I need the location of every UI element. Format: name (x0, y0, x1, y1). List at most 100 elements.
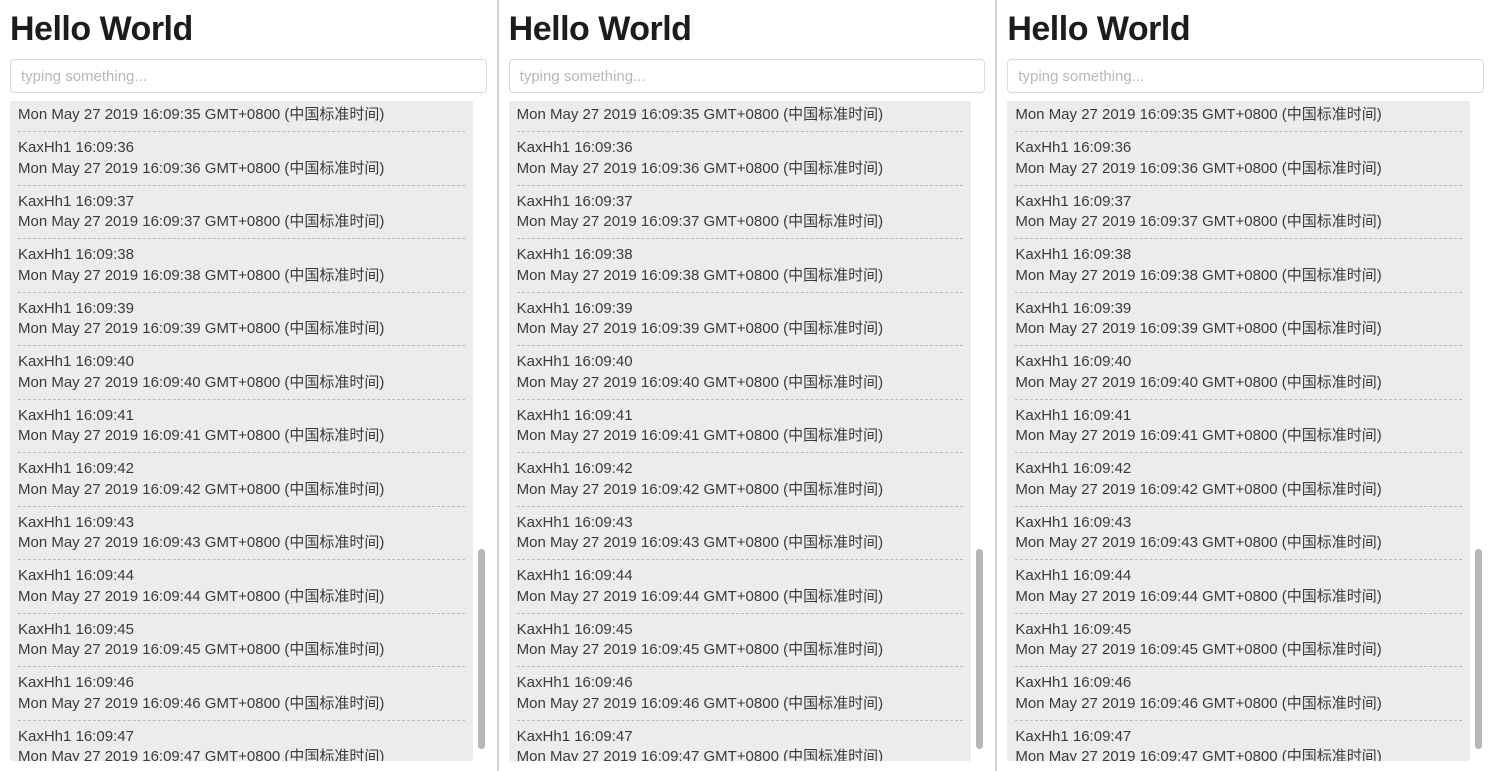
message-timestamp: Mon May 27 2019 16:09:36 GMT+0800 (中国标准时… (517, 159, 964, 179)
list-item: KaxHh1 16:09:43Mon May 27 2019 16:09:43 … (1015, 507, 1462, 561)
list-item: KaxHh1 16:09:37Mon May 27 2019 16:09:37 … (1015, 186, 1462, 240)
message-input[interactable] (509, 59, 986, 93)
message-title: KaxHh1 16:09:47 (517, 727, 964, 747)
list-item: KaxHh1 16:09:37Mon May 27 2019 16:09:37 … (18, 186, 465, 240)
message-title: KaxHh1 16:09:47 (1015, 727, 1462, 747)
message-title: KaxHh1 16:09:46 (1015, 673, 1462, 693)
message-list[interactable]: Mon May 27 2019 16:09:35 GMT+0800 (中国标准时… (509, 101, 972, 761)
list-item: KaxHh1 16:09:44Mon May 27 2019 16:09:44 … (18, 560, 465, 614)
list-item: KaxHh1 16:09:45Mon May 27 2019 16:09:45 … (18, 614, 465, 668)
message-title: KaxHh1 16:09:41 (1015, 406, 1462, 426)
message-timestamp: Mon May 27 2019 16:09:42 GMT+0800 (中国标准时… (1015, 480, 1462, 500)
list-item: KaxHh1 16:09:44Mon May 27 2019 16:09:44 … (1015, 560, 1462, 614)
message-title: KaxHh1 16:09:47 (18, 727, 465, 747)
message-title: KaxHh1 16:09:43 (18, 513, 465, 533)
message-title: KaxHh1 16:09:36 (517, 138, 964, 158)
message-title: KaxHh1 16:09:45 (517, 620, 964, 640)
scrollbar-thumb[interactable] (1475, 549, 1482, 749)
message-timestamp: Mon May 27 2019 16:09:47 GMT+0800 (中国标准时… (1015, 747, 1462, 761)
message-list-wrap: Mon May 27 2019 16:09:35 GMT+0800 (中国标准时… (1007, 101, 1484, 761)
message-timestamp: Mon May 27 2019 16:09:40 GMT+0800 (中国标准时… (18, 373, 465, 393)
message-title: KaxHh1 16:09:40 (1015, 352, 1462, 372)
message-title: KaxHh1 16:09:40 (18, 352, 465, 372)
list-item: KaxHh1 16:09:45Mon May 27 2019 16:09:45 … (517, 614, 964, 668)
message-timestamp: Mon May 27 2019 16:09:46 GMT+0800 (中国标准时… (18, 694, 465, 714)
list-item: KaxHh1 16:09:43Mon May 27 2019 16:09:43 … (517, 507, 964, 561)
message-title: KaxHh1 16:09:46 (18, 673, 465, 693)
list-item: KaxHh1 16:09:41Mon May 27 2019 16:09:41 … (18, 400, 465, 454)
list-item: KaxHh1 16:09:46Mon May 27 2019 16:09:46 … (18, 667, 465, 721)
message-timestamp: Mon May 27 2019 16:09:44 GMT+0800 (中国标准时… (517, 587, 964, 607)
message-list[interactable]: Mon May 27 2019 16:09:35 GMT+0800 (中国标准时… (1007, 101, 1470, 761)
scrollbar-thumb[interactable] (478, 549, 485, 749)
message-title: KaxHh1 16:09:36 (1015, 138, 1462, 158)
message-title: KaxHh1 16:09:44 (517, 566, 964, 586)
list-item: KaxHh1 16:09:44Mon May 27 2019 16:09:44 … (517, 560, 964, 614)
list-item: KaxHh1 16:09:40Mon May 27 2019 16:09:40 … (18, 346, 465, 400)
list-item: KaxHh1 16:09:46Mon May 27 2019 16:09:46 … (1015, 667, 1462, 721)
message-timestamp: Mon May 27 2019 16:09:47 GMT+0800 (中国标准时… (18, 747, 465, 761)
message-timestamp: Mon May 27 2019 16:09:35 GMT+0800 (中国标准时… (517, 105, 964, 125)
message-timestamp: Mon May 27 2019 16:09:38 GMT+0800 (中国标准时… (1015, 266, 1462, 286)
message-timestamp: Mon May 27 2019 16:09:44 GMT+0800 (中国标准时… (18, 587, 465, 607)
message-title: KaxHh1 16:09:43 (517, 513, 964, 533)
message-timestamp: Mon May 27 2019 16:09:39 GMT+0800 (中国标准时… (517, 319, 964, 339)
list-item: KaxHh1 16:09:47Mon May 27 2019 16:09:47 … (1015, 721, 1462, 761)
message-list[interactable]: Mon May 27 2019 16:09:35 GMT+0800 (中国标准时… (10, 101, 473, 761)
message-title: KaxHh1 16:09:45 (1015, 620, 1462, 640)
list-item: KaxHh1 16:09:41Mon May 27 2019 16:09:41 … (1015, 400, 1462, 454)
app-root: Hello World Mon May 27 2019 16:09:35 GMT… (0, 0, 1494, 771)
message-list-wrap: Mon May 27 2019 16:09:35 GMT+0800 (中国标准时… (509, 101, 986, 761)
list-item: KaxHh1 16:09:39Mon May 27 2019 16:09:39 … (18, 293, 465, 347)
list-item: KaxHh1 16:09:39Mon May 27 2019 16:09:39 … (1015, 293, 1462, 347)
list-item: Mon May 27 2019 16:09:35 GMT+0800 (中国标准时… (517, 105, 964, 132)
list-item: KaxHh1 16:09:40Mon May 27 2019 16:09:40 … (1015, 346, 1462, 400)
list-item: KaxHh1 16:09:38Mon May 27 2019 16:09:38 … (517, 239, 964, 293)
message-title: KaxHh1 16:09:40 (517, 352, 964, 372)
message-title: KaxHh1 16:09:37 (1015, 192, 1462, 212)
message-timestamp: Mon May 27 2019 16:09:37 GMT+0800 (中国标准时… (1015, 212, 1462, 232)
list-item: KaxHh1 16:09:39Mon May 27 2019 16:09:39 … (517, 293, 964, 347)
message-title: KaxHh1 16:09:45 (18, 620, 465, 640)
message-timestamp: Mon May 27 2019 16:09:36 GMT+0800 (中国标准时… (1015, 159, 1462, 179)
list-item: KaxHh1 16:09:36Mon May 27 2019 16:09:36 … (18, 132, 465, 186)
list-item: KaxHh1 16:09:36Mon May 27 2019 16:09:36 … (517, 132, 964, 186)
message-timestamp: Mon May 27 2019 16:09:45 GMT+0800 (中国标准时… (18, 640, 465, 660)
list-item: KaxHh1 16:09:36Mon May 27 2019 16:09:36 … (1015, 132, 1462, 186)
list-item: KaxHh1 16:09:40Mon May 27 2019 16:09:40 … (517, 346, 964, 400)
page-title: Hello World (509, 10, 986, 49)
list-item: KaxHh1 16:09:38Mon May 27 2019 16:09:38 … (1015, 239, 1462, 293)
message-title: KaxHh1 16:09:42 (517, 459, 964, 479)
list-item: KaxHh1 16:09:41Mon May 27 2019 16:09:41 … (517, 400, 964, 454)
message-timestamp: Mon May 27 2019 16:09:46 GMT+0800 (中国标准时… (1015, 694, 1462, 714)
list-item: KaxHh1 16:09:42Mon May 27 2019 16:09:42 … (517, 453, 964, 507)
message-input[interactable] (10, 59, 487, 93)
message-timestamp: Mon May 27 2019 16:09:46 GMT+0800 (中国标准时… (517, 694, 964, 714)
message-timestamp: Mon May 27 2019 16:09:43 GMT+0800 (中国标准时… (1015, 533, 1462, 553)
list-item: KaxHh1 16:09:46Mon May 27 2019 16:09:46 … (517, 667, 964, 721)
message-timestamp: Mon May 27 2019 16:09:40 GMT+0800 (中国标准时… (517, 373, 964, 393)
message-title: KaxHh1 16:09:44 (18, 566, 465, 586)
message-timestamp: Mon May 27 2019 16:09:39 GMT+0800 (中国标准时… (18, 319, 465, 339)
list-item: Mon May 27 2019 16:09:35 GMT+0800 (中国标准时… (18, 105, 465, 132)
message-timestamp: Mon May 27 2019 16:09:44 GMT+0800 (中国标准时… (1015, 587, 1462, 607)
message-title: KaxHh1 16:09:36 (18, 138, 465, 158)
message-title: KaxHh1 16:09:42 (18, 459, 465, 479)
list-item: KaxHh1 16:09:38Mon May 27 2019 16:09:38 … (18, 239, 465, 293)
message-input[interactable] (1007, 59, 1484, 93)
message-title: KaxHh1 16:09:41 (517, 406, 964, 426)
message-title: KaxHh1 16:09:39 (18, 299, 465, 319)
message-timestamp: Mon May 27 2019 16:09:38 GMT+0800 (中国标准时… (18, 266, 465, 286)
panel-0: Hello World Mon May 27 2019 16:09:35 GMT… (0, 0, 499, 771)
message-title: KaxHh1 16:09:38 (1015, 245, 1462, 265)
list-item: KaxHh1 16:09:45Mon May 27 2019 16:09:45 … (1015, 614, 1462, 668)
message-title: KaxHh1 16:09:38 (18, 245, 465, 265)
message-title: KaxHh1 16:09:42 (1015, 459, 1462, 479)
list-item: KaxHh1 16:09:37Mon May 27 2019 16:09:37 … (517, 186, 964, 240)
message-timestamp: Mon May 27 2019 16:09:43 GMT+0800 (中国标准时… (517, 533, 964, 553)
page-title: Hello World (10, 10, 487, 49)
message-timestamp: Mon May 27 2019 16:09:41 GMT+0800 (中国标准时… (517, 426, 964, 446)
scrollbar-thumb[interactable] (976, 549, 983, 749)
message-timestamp: Mon May 27 2019 16:09:42 GMT+0800 (中国标准时… (18, 480, 465, 500)
message-timestamp: Mon May 27 2019 16:09:45 GMT+0800 (中国标准时… (1015, 640, 1462, 660)
